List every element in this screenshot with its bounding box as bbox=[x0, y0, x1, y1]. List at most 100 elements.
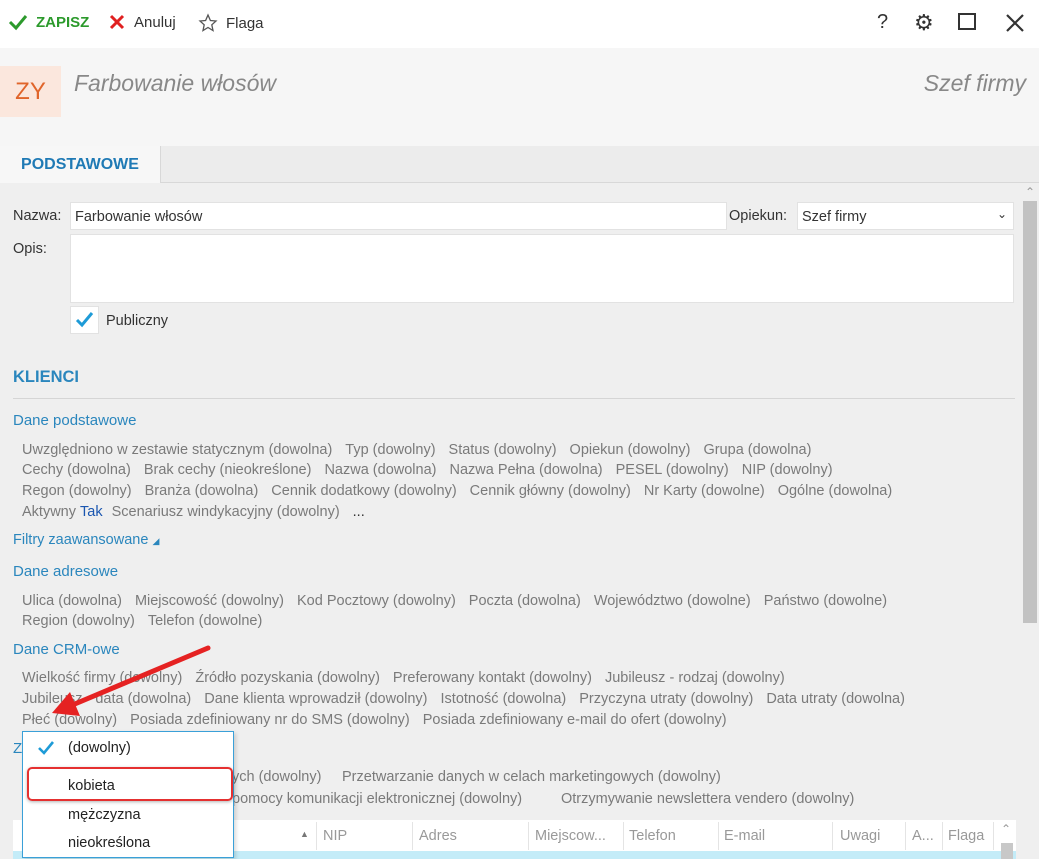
filter-item[interactable]: Telefon (dowolne) bbox=[148, 613, 262, 629]
column-header-address[interactable]: Adres bbox=[419, 828, 457, 844]
filter-item[interactable]: PESEL (dowolny) bbox=[616, 462, 729, 478]
filter-item[interactable]: NIP (dowolny) bbox=[742, 462, 833, 478]
filter-item[interactable]: Poczta (dowolna) bbox=[469, 593, 581, 609]
scroll-up-icon[interactable]: ⌃ bbox=[1025, 185, 1035, 199]
filter-item[interactable]: Nazwa Pełna (dowolna) bbox=[449, 462, 602, 478]
description-input[interactable] bbox=[70, 234, 1014, 303]
public-checkbox[interactable] bbox=[70, 306, 99, 334]
filter-item[interactable]: Cennik dodatkowy (dowolny) bbox=[271, 483, 456, 499]
owner-name: Szef firmy bbox=[923, 70, 1026, 96]
check-icon bbox=[38, 741, 55, 755]
filter-row: Aktywny Tak Scenariusz windykacyjny (dowol… bbox=[22, 504, 378, 520]
column-header-a[interactable]: A... bbox=[912, 828, 934, 844]
filter-item[interactable]: Regon (dowolny) bbox=[22, 483, 132, 499]
chevron-down-icon: ⌄ bbox=[996, 207, 1007, 221]
table-scroll-up-icon[interactable]: ⌃ bbox=[1001, 822, 1011, 836]
filter-item[interactable]: Opiekun (dowolny) bbox=[570, 442, 691, 458]
name-label: Nazwa: bbox=[13, 208, 62, 224]
table-scrollbar-thumb[interactable] bbox=[1001, 843, 1013, 859]
filter-item[interactable]: Ulica (dowolna) bbox=[22, 593, 122, 609]
page-scrollbar[interactable]: ⌃ bbox=[1021, 183, 1039, 859]
filter-item[interactable]: Status (dowolny) bbox=[449, 442, 557, 458]
column-header-phone[interactable]: Telefon bbox=[629, 828, 676, 844]
tab-podstawowe[interactable]: PODSTAWOWE bbox=[0, 146, 161, 183]
settings-button[interactable]: ⚙ bbox=[914, 12, 934, 34]
gender-dropdown: (dowolny) kobieta mężczyzna nieokreślona bbox=[22, 731, 234, 858]
filter-item[interactable]: Kod Pocztowy (dowolny) bbox=[297, 593, 456, 609]
column-header-flag[interactable]: Flaga bbox=[948, 828, 984, 844]
filter-item[interactable]: Jubileusz - rodzaj (dowolny) bbox=[605, 670, 785, 686]
filter-item[interactable]: Nazwa (dowolna) bbox=[324, 462, 436, 478]
filter-item[interactable]: Preferowany kontakt (dowolny) bbox=[393, 670, 592, 686]
close-icon bbox=[1006, 14, 1024, 32]
filter-item[interactable]: Miejscowość (dowolny) bbox=[135, 593, 284, 609]
highlight-box bbox=[27, 767, 233, 801]
filter-item[interactable]: Brak cechy (nieokreślone) bbox=[144, 462, 312, 478]
filter-item[interactable]: ych (dowolny) bbox=[232, 769, 321, 785]
toolbar: ZAPISZ Anuluj Flaga ? ⚙ bbox=[0, 0, 1039, 48]
filter-item[interactable]: Branża (dowolna) bbox=[145, 483, 259, 499]
filter-item-active[interactable]: Aktywny Tak bbox=[22, 504, 103, 520]
more-filters[interactable]: ... bbox=[353, 504, 365, 520]
column-header-city[interactable]: Miejscow... bbox=[535, 828, 606, 844]
check-icon bbox=[75, 312, 94, 328]
filter-item[interactable]: Region (dowolny) bbox=[22, 613, 135, 629]
filter-item[interactable]: Uwzględniono w zestawie statycznym (dowo… bbox=[22, 442, 332, 458]
filter-item[interactable]: Nr Karty (dowolne) bbox=[644, 483, 765, 499]
name-value: Farbowanie włosów bbox=[75, 209, 203, 225]
consents-heading[interactable]: Z bbox=[13, 740, 22, 757]
maximize-icon bbox=[958, 13, 976, 30]
filter-item[interactable]: Cennik główny (dowolny) bbox=[470, 483, 631, 499]
filter-item[interactable]: Dane klienta wprowadził (dowolny) bbox=[204, 691, 427, 707]
column-header-notes[interactable]: Uwagi bbox=[840, 828, 880, 844]
filter-item[interactable]: Cechy (dowolna) bbox=[22, 462, 131, 478]
filter-row: Regon (dowolny) Branża (dowolna) Cennik do… bbox=[22, 483, 905, 499]
page-title: Farbowanie włosów bbox=[74, 70, 276, 96]
filter-item[interactable]: Źródło pozyskania (dowolny) bbox=[195, 670, 380, 686]
record-header: ZY Farbowanie włosów Szef firmy bbox=[0, 48, 1039, 146]
dropdown-option-undefined[interactable]: nieokreślona bbox=[68, 835, 150, 851]
filter-item[interactable]: Typ (dowolny) bbox=[345, 442, 435, 458]
red-arrow-annotation bbox=[52, 645, 211, 716]
filter-item[interactable]: Scenariusz windykacyjny (dowolny) bbox=[112, 504, 340, 520]
filter-item[interactable]: Przyczyna utraty (dowolny) bbox=[579, 691, 753, 707]
star-icon bbox=[198, 13, 218, 32]
cancel-button[interactable]: Anuluj bbox=[108, 13, 176, 31]
save-button[interactable]: ZAPISZ bbox=[8, 13, 89, 31]
filter-item[interactable]: Grupa (dowolna) bbox=[703, 442, 811, 458]
clients-heading: KLIENCI bbox=[13, 368, 79, 386]
avatar: ZY bbox=[0, 66, 61, 117]
close-button[interactable] bbox=[1005, 13, 1025, 33]
name-input[interactable]: Farbowanie włosów bbox=[70, 202, 727, 230]
basic-data-heading[interactable]: Dane podstawowe bbox=[13, 412, 136, 429]
help-button[interactable]: ? bbox=[877, 11, 888, 34]
flag-button[interactable]: Flaga bbox=[198, 13, 264, 33]
dropdown-option-male[interactable]: mężczyzna bbox=[68, 807, 141, 823]
filter-item[interactable]: Państwo (dowolne) bbox=[764, 593, 887, 609]
filter-item[interactable]: Otrzymywanie newslettera vendero (dowoln… bbox=[561, 791, 854, 807]
triangle-icon: ◢ bbox=[152, 536, 160, 546]
maximize-button[interactable] bbox=[958, 13, 976, 30]
filter-item[interactable]: Przetwarzanie danych w celach marketingo… bbox=[342, 769, 721, 785]
filter-item[interactable]: Data utraty (dowolna) bbox=[766, 691, 905, 707]
check-icon bbox=[8, 15, 28, 31]
address-data-heading[interactable]: Dane adresowe bbox=[13, 563, 118, 580]
divider bbox=[13, 398, 1015, 399]
guardian-select[interactable]: Szef firmy ⌄ bbox=[797, 202, 1014, 230]
filter-item[interactable]: Województwo (dowolne) bbox=[594, 593, 751, 609]
column-header-email[interactable]: E-mail bbox=[724, 828, 765, 844]
dropdown-option-any[interactable]: (dowolny) bbox=[68, 740, 131, 756]
advanced-filters-toggle[interactable]: Filtry zaawansowane ◢ bbox=[13, 532, 159, 548]
column-header-nip[interactable]: NIP bbox=[323, 828, 347, 844]
close-x-icon bbox=[109, 14, 125, 30]
filter-item[interactable]: Ogólne (dowolna) bbox=[778, 483, 892, 499]
dropdown-option-female[interactable]: kobieta bbox=[68, 778, 115, 794]
filter-item[interactable]: Istotność (dowolna) bbox=[441, 691, 567, 707]
active-label: Aktywny bbox=[22, 504, 76, 520]
active-value: Tak bbox=[80, 504, 103, 520]
filter-item[interactable]: pomocy komunikacji elektronicznej (dowol… bbox=[232, 791, 522, 807]
filter-item[interactable]: Posiada zdefiniowany e-mail do ofert (do… bbox=[423, 712, 727, 728]
scrollbar-thumb[interactable] bbox=[1023, 201, 1037, 623]
filter-row: Ulica (dowolna) Miejscowość (dowolny) Kod … bbox=[22, 593, 900, 609]
filter-row: Uwzględniono w zestawie statycznym (dowo… bbox=[22, 442, 824, 458]
